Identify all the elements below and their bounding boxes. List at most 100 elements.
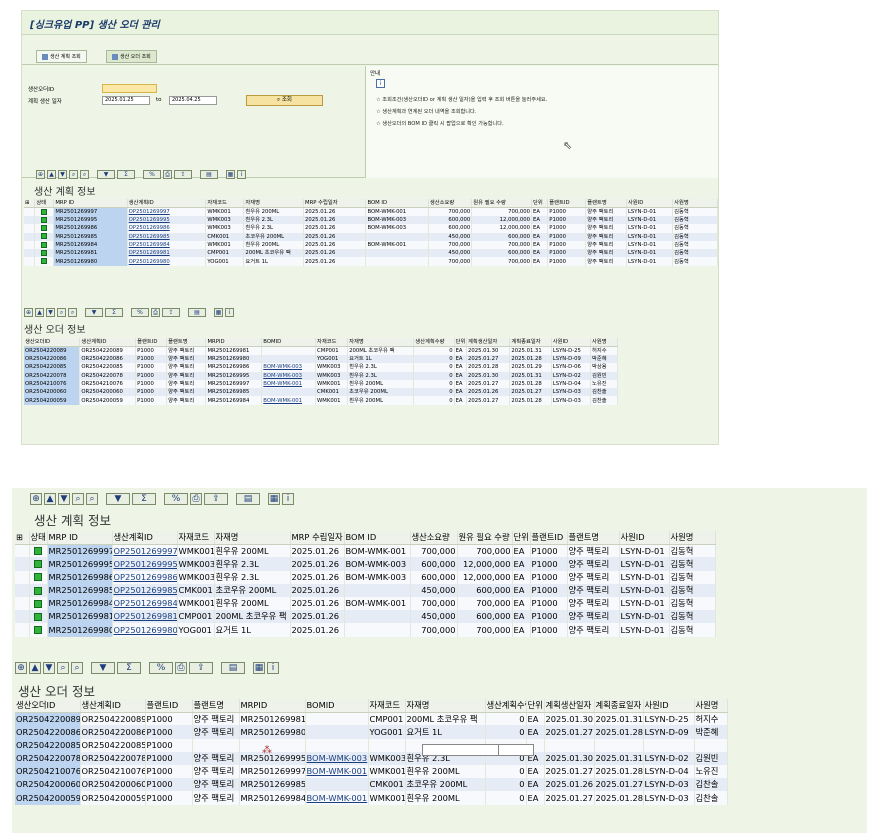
table-row[interactable]: OR2504200060 OR2504200060 P1000 양주 팩토리 MR250… [15,778,728,792]
row-selector[interactable] [15,544,30,558]
column-header[interactable]: 플랜트명 [567,531,620,545]
row-selector[interactable] [24,216,36,225]
table-row[interactable]: OR2504200059 OR2504200059 P1000 양주 팩토리 MR250… [24,396,618,405]
table-row[interactable]: OR2504200060 OR2504200060 P1000 양주 팩토리 MR250… [24,388,618,397]
row-selector[interactable] [24,257,36,266]
table-row[interactable]: OR2504210076 OR2504210076 P1000 양주 팩토리 MR250… [24,379,618,389]
cell-bom-id[interactable]: BOM-WMK-001 [261,396,317,405]
sort-desc-icon[interactable]: ▼ [43,662,55,674]
column-header[interactable]: 생산계획수량 [413,338,455,347]
details-icon[interactable]: ⊕ [30,493,42,505]
sort-asc-icon[interactable]: ▲ [35,307,44,317]
table-row[interactable]: OR2504220089 OR2504220089 P1000 양주 팩토리 MR250… [15,712,728,726]
column-header[interactable]: 자재코드 [177,531,215,545]
table-row[interactable]: OR2504220078 OR2504220078 P1000 양주 팩토리 MR250… [24,371,618,380]
cell-bom-id[interactable]: BOM-WMK-003 [261,363,317,372]
sum-icon[interactable]: Σ [132,493,156,505]
sum-icon[interactable]: Σ [117,169,135,179]
sort-desc-icon[interactable]: ▼ [58,169,67,179]
table-row[interactable]: MR2501269980 OP2501269980 YOG001 요거트 1L 2025… [15,623,716,637]
cell-plan-id[interactable]: OP2501269981 [127,249,207,258]
filter-icon[interactable]: ▼ [97,169,115,179]
table-row[interactable]: MR2501269986 OP2501269986 WMK003 흰우유 2.3L 20… [24,224,718,233]
row-selector[interactable] [15,583,30,597]
column-header[interactable]: 생산계획수량 [485,699,527,713]
find-icon[interactable]: ⌕ [72,493,84,505]
row-selector[interactable] [15,570,30,584]
table-row[interactable]: MR2501269985 OP2501269985 CMK001 초코우유 200ML… [24,232,718,241]
column-header[interactable]: MRPID [205,338,263,347]
filter-icon[interactable]: ▼ [85,307,103,317]
tab-plan-query[interactable]: 생산 계획 조회 [36,50,87,63]
column-header[interactable]: 플랜트명 [192,699,240,713]
find-next-icon[interactable]: ⌕ [80,169,89,179]
details-icon[interactable]: ⊕ [15,662,27,674]
column-header[interactable]: 플랜트ID [135,338,168,347]
cell-plan-id[interactable]: OP2501269995 [127,216,207,225]
row-selector[interactable] [15,596,30,611]
table-row[interactable]: OR2504220086 OR2504220086 P1000 양주 팩토리 MR250… [15,725,728,739]
column-header[interactable]: 상태 [34,199,55,208]
column-header[interactable]: MRP ID [53,199,128,208]
column-header[interactable]: 자재명 [405,699,486,713]
details-icon[interactable]: ⊕ [36,169,45,179]
column-header[interactable]: 플랜트ID [547,199,587,208]
column-header[interactable]: 사원명 [669,531,716,545]
cell-plan-id[interactable]: OP2501269980 [112,623,178,637]
cell-bom-id[interactable]: BOM-WMK-001 [305,764,369,779]
sort-asc-icon[interactable]: ▲ [47,169,56,179]
find-next-icon[interactable]: ⌕ [86,493,98,505]
table-row[interactable]: MR2501269981 OP2501269981 CMP001 200ML 초코우유… [24,249,718,258]
table-row[interactable]: OR2504220078 OR2504220078 P1000 양주 팩토리 MR250… [15,751,728,765]
info-icon[interactable]: i [225,307,234,317]
row-selector[interactable] [24,240,36,250]
cell-plan-id[interactable]: OP2501269985 [127,232,207,241]
filter-icon[interactable]: ▼ [91,662,115,674]
column-header[interactable]: 생산계획ID [79,338,137,347]
column-header[interactable]: 사원명 [672,199,718,208]
export-icon[interactable]: ⇪ [162,307,180,317]
table-row[interactable]: MR2501269985 OP2501269985 CMK001 초코우유 200ML… [15,583,716,597]
export-icon[interactable]: ⇪ [174,169,192,179]
tab-order-query[interactable]: 생산 오더 조회 [106,50,157,63]
column-header[interactable]: MRP ID [47,531,113,545]
print-icon[interactable]: ⎙ [175,662,187,674]
table-row[interactable]: OR2504220085 OR2504220085 P1000 [15,738,728,752]
column-header[interactable]: MRPID [239,699,306,713]
cell-plan-id[interactable]: OP2501269986 [112,570,178,584]
sum-icon[interactable]: Σ [105,307,123,317]
column-header[interactable]: 플랜트명 [166,338,207,347]
column-header[interactable]: 생산계획ID [80,699,146,713]
layout-icon[interactable]: ▤ [200,169,218,179]
row-selector[interactable] [15,623,30,637]
column-header[interactable]: BOMID [261,338,317,347]
cell-bom-id[interactable]: BOM-WMK-001 [261,379,317,389]
sort-desc-icon[interactable]: ▼ [58,493,70,505]
select-all-icon[interactable]: ⊞ [15,531,30,545]
table-row[interactable]: OR2504220089 OR2504220089 P1000 양주 팩토리 MR250… [24,346,618,355]
cell-plan-id[interactable]: OP2501269995 [112,557,178,571]
table-row[interactable]: MR2501269997 OP2501269997 WMK001 흰우유 200ML 2… [24,207,718,216]
cell-plan-id[interactable]: OP2501269981 [112,610,178,624]
column-header[interactable]: 생산계획ID [127,199,207,208]
column-header[interactable]: 생산소요량 [410,531,458,545]
column-header[interactable]: 자재코드 [205,199,245,208]
filter-icon[interactable]: ▼ [106,493,130,505]
find-next-icon[interactable]: ⌕ [71,662,83,674]
row-selector[interactable] [24,224,36,233]
subtotal-icon[interactable]: % [149,662,173,674]
grid-icon[interactable]: ▦ [268,493,280,505]
grid-icon[interactable]: ▦ [214,307,223,317]
table-row[interactable]: MR2501269984 OP2501269984 WMK001 흰우유 200ML 2… [15,596,716,611]
subtotal-icon[interactable]: % [143,169,161,179]
find-icon[interactable]: ⌕ [69,169,78,179]
date-to-input[interactable]: 2025.04.25 [169,96,217,105]
column-header[interactable]: MRP 수립일자 [290,531,345,545]
cell-bom-id[interactable]: BOM-WMK-003 [261,371,317,380]
row-selector[interactable] [24,207,36,216]
table-row[interactable]: OR2504220086 OR2504220086 P1000 양주 팩토리 MR250… [24,355,618,364]
column-header[interactable]: 사원ID [643,699,695,713]
column-header[interactable]: 사원명 [590,338,618,347]
info-icon[interactable]: i [237,169,246,179]
column-header[interactable]: 자재코드 [368,699,406,713]
